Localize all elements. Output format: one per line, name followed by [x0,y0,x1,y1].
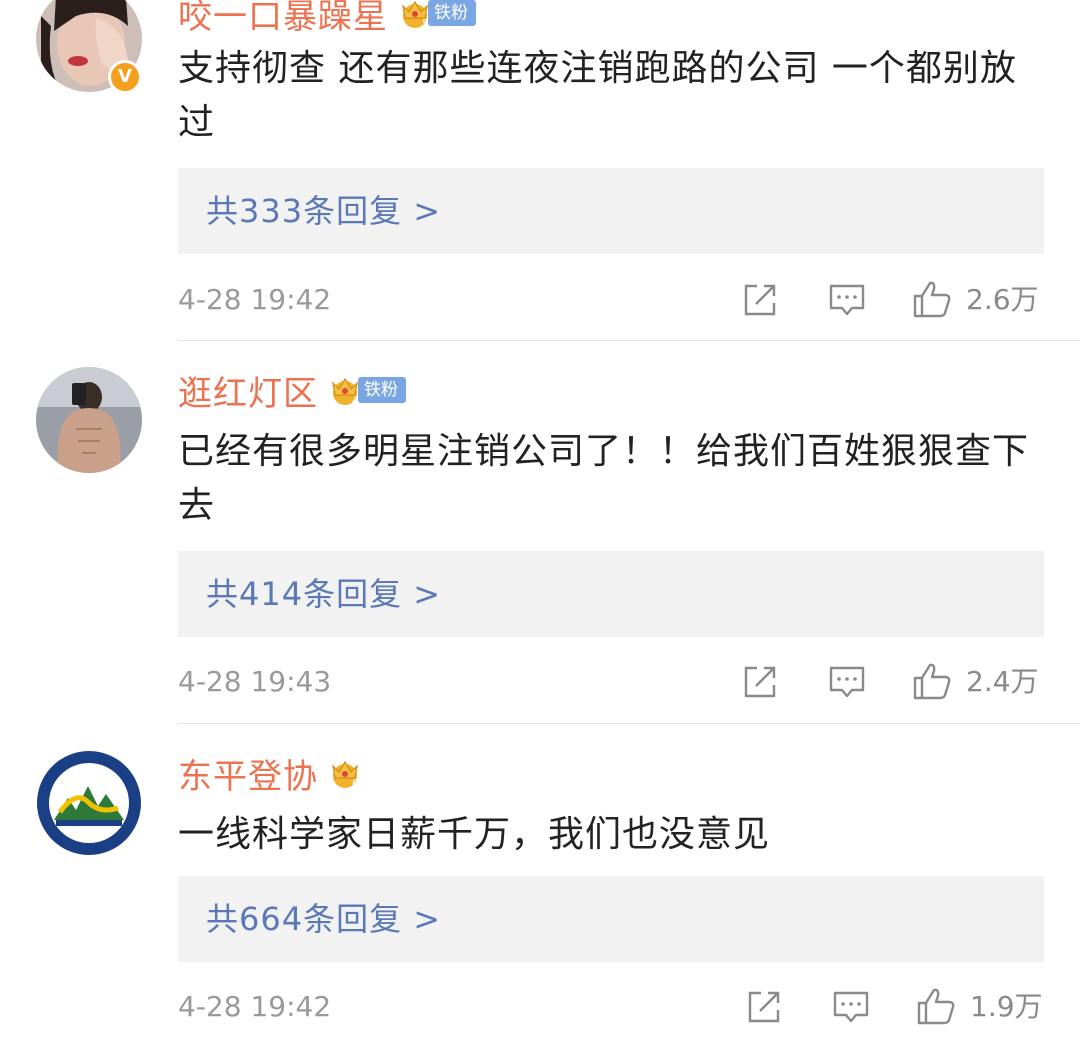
like-count: 2.6万 [966,283,1039,316]
avatar[interactable] [36,750,142,856]
timestamp: 4-28 19:42 [178,283,332,316]
reply-box[interactable]: 共333条回复 > [178,168,1044,254]
user-line: 咬一口暴躁星 5 铁粉 [178,0,476,38]
reply-box[interactable]: 共414条回复 > [178,551,1044,637]
view-replies-link[interactable]: 共414条回复 > [206,551,441,637]
comment-item: 东平登协 6 一线科学家日薪千万，我们也没意见 共664条回复 > 4-28 1… [0,724,1080,1043]
comment-meta: 4-28 19:43 2.4万 [178,662,1044,702]
crown-badge-icon: 4 [332,377,359,407]
crown-badge-icon: 6 [332,760,359,790]
crown-badge-icon: 5 [402,0,429,30]
comment-meta: 4-28 19:42 1.9万 [178,987,1044,1027]
comment-item: 逛红灯区 4 铁粉 已经有很多明星注销公司了！！给我们百姓狠狠查下去 共414条… [0,341,1080,724]
comment-text: 已经有很多明星注销公司了！！给我们百姓狠狠查下去 [178,431,1030,526]
reply-box[interactable]: 共664条回复 > [178,876,1044,962]
username[interactable]: 东平登协 [178,749,318,798]
comment-meta: 4-28 19:42 2.6万 [178,280,1044,320]
timestamp: 4-28 19:42 [178,990,332,1023]
fan-badge: 铁粉 [358,377,406,403]
svg-text:6: 6 [352,777,359,790]
verified-badge-icon: V [108,60,142,94]
user-line: 东平登协 6 [178,748,362,798]
avatar[interactable] [36,367,142,473]
timestamp: 4-28 19:43 [178,665,332,698]
share-icon[interactable] [746,989,782,1025]
like-count: 2.4万 [966,665,1039,698]
comment-item: V 咬一口暴躁星 5 铁粉 支持彻查 还有那些连夜注销跑路的公司 一个都别放过 … [0,0,1080,341]
comment-icon[interactable] [832,989,870,1025]
thumbs-up-icon[interactable] [916,987,956,1025]
comment-text: 一线科学家日薪千万，我们也没意见 [178,814,771,855]
username[interactable]: 咬一口暴躁星 [178,0,388,38]
fan-badge: 铁粉 [428,0,476,26]
username[interactable]: 逛红灯区 [178,366,318,415]
like-count: 1.9万 [970,990,1043,1023]
view-replies-link[interactable]: 共333条回复 > [206,168,441,254]
comment-text: 支持彻查 还有那些连夜注销跑路的公司 一个都别放过 [178,48,1017,143]
comment-icon[interactable] [828,282,866,318]
thumbs-up-icon[interactable] [912,662,952,700]
comment-icon[interactable] [828,664,866,700]
share-icon[interactable] [742,282,778,318]
user-line: 逛红灯区 4 铁粉 [178,365,406,415]
thumbs-up-icon[interactable] [912,280,952,318]
share-icon[interactable] [742,664,778,700]
view-replies-link[interactable]: 共664条回复 > [206,876,441,962]
